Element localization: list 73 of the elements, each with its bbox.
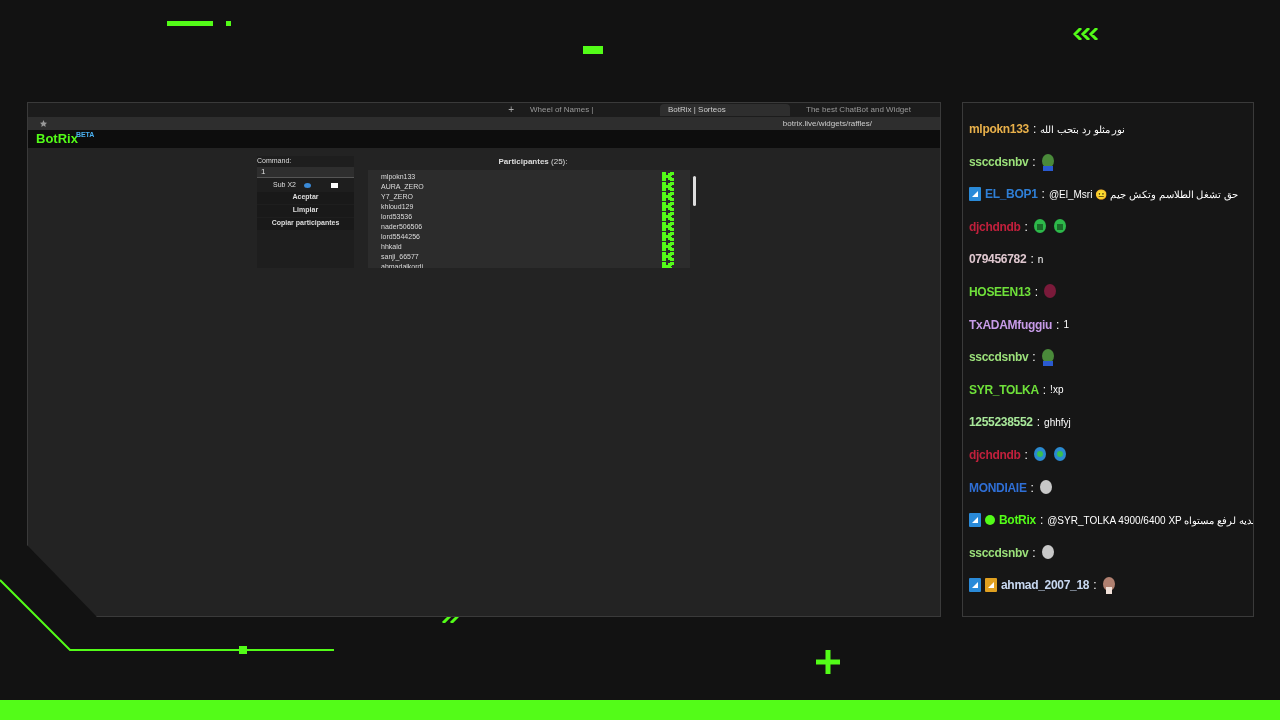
chat-separator: : (1032, 153, 1036, 171)
chat-separator: : (1041, 186, 1045, 204)
chat-separator: : (1030, 479, 1034, 497)
emote-icon (1031, 217, 1048, 236)
badge-icon (969, 578, 981, 593)
chat-separator: : (1033, 121, 1037, 138)
chat-separator: : (1024, 218, 1028, 236)
accent-bar (167, 21, 213, 26)
chat-separator: : (1030, 251, 1034, 269)
badge-icon (985, 578, 997, 593)
kick-logo-icon (662, 231, 674, 241)
chat-separator: : (1056, 316, 1060, 334)
chat-username[interactable]: ssccdsnbv (969, 543, 1029, 562)
participants-title: Participantes (25): (498, 156, 568, 168)
verified-icon (985, 515, 995, 526)
badge-icon (969, 513, 981, 528)
chat-username[interactable]: ssccdsnbv (969, 348, 1029, 367)
chat-separator: : (1034, 283, 1038, 301)
chat-username[interactable]: EL_BOP1 (985, 185, 1038, 204)
chat-username[interactable]: HOSEEN13 (969, 282, 1031, 301)
command-field[interactable]: 1 (257, 166, 354, 178)
chat-username[interactable]: SYR_TOLKA (969, 380, 1039, 399)
kick-logo-icon (662, 251, 674, 261)
plus-icon (816, 650, 840, 674)
kick-logo-icon (662, 241, 674, 251)
star-icon[interactable] (40, 120, 47, 127)
badge-icon (969, 187, 981, 202)
chat-message: نور مثلو رد بتحب الله (1040, 122, 1126, 137)
chat-username[interactable]: TxADAMfuggiu (969, 315, 1053, 334)
chat-separator: : (1039, 512, 1044, 530)
emote-icon (1051, 445, 1068, 464)
emote-icon (1042, 282, 1058, 301)
accent-square (226, 21, 231, 26)
browser-tab[interactable]: The best ChatBot and Widget (798, 104, 928, 116)
kick-logo-icon (662, 191, 674, 201)
kick-logo-icon (662, 171, 674, 181)
info-icon (304, 183, 311, 188)
emote-icon (1039, 152, 1056, 171)
url-text[interactable]: botrix.live/widgets/raffles/ (782, 119, 872, 128)
chat-message: !xp (1050, 383, 1064, 398)
emote-icon (1051, 217, 1068, 236)
chat-message: 1 (1063, 318, 1069, 333)
chat-separator: : (1093, 577, 1097, 595)
emote-icon (1100, 576, 1117, 595)
kick-logo-icon (662, 221, 674, 231)
chat-separator: : (1032, 349, 1036, 367)
chat-separator: : (1032, 544, 1036, 562)
browser-tab[interactable]: Wheel of Names | (522, 104, 652, 116)
new-tab-button[interactable]: + (508, 105, 514, 115)
kick-logo-icon (662, 181, 674, 191)
accent-square (583, 46, 603, 54)
sub-x2-checkbox[interactable] (331, 183, 338, 188)
emote-icon (1039, 348, 1056, 367)
chevrons-icon (1073, 28, 1101, 40)
emote-icon (1037, 478, 1054, 497)
chat-username[interactable]: ssccdsnbv (969, 152, 1029, 171)
chat-separator: : (1042, 381, 1047, 399)
chat-separator: : (1036, 414, 1041, 432)
chat-message: ghhfyj (1044, 415, 1071, 430)
chat-username[interactable]: mlpokn133 (969, 120, 1029, 138)
emote-icon (1039, 543, 1056, 562)
chat-username[interactable]: ahmad_2007_18 (1001, 576, 1090, 595)
browser-tab[interactable]: BotRix | Sorteos (660, 104, 790, 116)
chat-username[interactable]: 079456782 (969, 250, 1027, 269)
kick-logo-icon (662, 211, 674, 221)
chat-separator: : (1024, 446, 1028, 464)
chat-message: n (1037, 252, 1044, 267)
chat-username[interactable]: MONDIAIE (969, 478, 1027, 497)
emote-icon (1031, 445, 1048, 464)
chat-username[interactable]: 1255238552 (969, 413, 1033, 432)
chat-username[interactable]: BotRix (999, 511, 1036, 530)
chat-message: @El_Msri 😐 حق تشغل الطلاسم وتكش جيم (1048, 187, 1239, 202)
kick-logo-icon (662, 201, 674, 211)
